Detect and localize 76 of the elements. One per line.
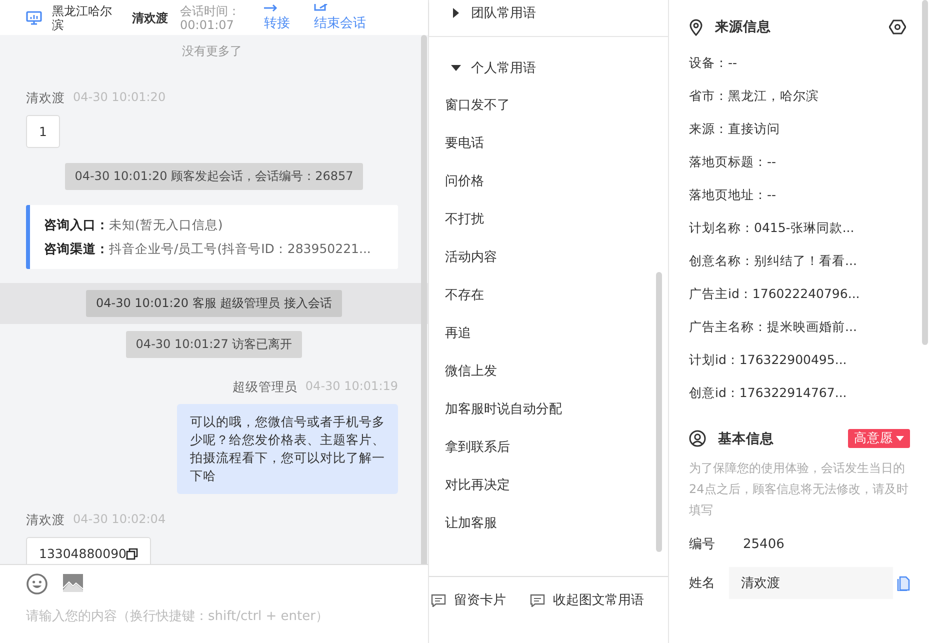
intent-dropdown[interactable]: 高意愿 bbox=[848, 429, 910, 448]
settings-button[interactable] bbox=[889, 19, 906, 35]
message-text: 可以的哦，您微信号或者手机号多少呢？给您发价格表、主题客片、拍摄流程看下，您可以对比了解一下哈 bbox=[190, 413, 385, 485]
user-circle-icon bbox=[689, 430, 706, 447]
name-input[interactable]: 清欢渡 bbox=[729, 567, 893, 599]
image-icon bbox=[62, 573, 84, 593]
hexagon-icon bbox=[889, 19, 906, 35]
message-icon bbox=[431, 594, 446, 606]
phrase-group-header[interactable]: 个人常用语 bbox=[445, 55, 668, 81]
phrase-item[interactable]: 微信上发 bbox=[445, 353, 668, 391]
copy-button[interactable] bbox=[897, 576, 910, 590]
copy-icon bbox=[126, 548, 138, 560]
phrase-item[interactable]: 对比再决定 bbox=[445, 467, 668, 505]
emoji-icon bbox=[26, 573, 48, 595]
source-info-text: 落地页地址：-- bbox=[689, 186, 778, 204]
source-info-text: 计划名称：0415-张琳同款... bbox=[689, 219, 856, 237]
source-info-text: 广告主名称：提米映画婚前... bbox=[689, 318, 858, 336]
phrase-item[interactable]: 加客服时说自动分配 bbox=[445, 391, 668, 429]
info-label: 咨询入口： bbox=[44, 217, 109, 232]
system-message: 04-30 10:01:20 客服 超级管理员 接入会话 bbox=[86, 290, 342, 317]
source-info-text: 广告主id：176022240796... bbox=[689, 285, 861, 303]
source-info-text: 省市：黑龙江，哈尔滨 bbox=[689, 87, 820, 105]
message-text: 13304880090 bbox=[39, 546, 126, 561]
section-title: 基本信息 bbox=[718, 430, 775, 448]
duration-value: 00:01:07 bbox=[180, 18, 235, 32]
phrase-item[interactable]: 再追 bbox=[445, 315, 668, 353]
sender-name: 超级管理员 bbox=[232, 379, 298, 396]
location-pin-icon bbox=[689, 18, 703, 36]
duration-label: 会话时间： bbox=[180, 4, 240, 18]
source-info-text: 创意id：176322914767... bbox=[689, 384, 848, 402]
phrase-item[interactable]: 拿到联系后 bbox=[445, 429, 668, 467]
customer-name: 清欢渡 bbox=[132, 10, 169, 24]
toolbar-button[interactable]: 留资卡片 bbox=[431, 591, 506, 609]
no-more-text: 没有更多了 bbox=[182, 43, 242, 60]
field-label: 姓名 bbox=[689, 575, 716, 592]
info-value: 未知(暂无入口信息) bbox=[109, 217, 223, 232]
scrollbar-thumb[interactable] bbox=[656, 272, 662, 552]
system-message: 04-30 10:01:20 顾客发起会话，会话编号：26857 bbox=[64, 163, 364, 190]
system-message: 04-30 10:01:27 访客已离开 bbox=[126, 331, 302, 358]
message-text: 1 bbox=[39, 124, 47, 139]
sender-name: 清欢渡 bbox=[26, 90, 65, 107]
info-value: 抖音企业号/员工号(抖音号ID：283950221... bbox=[109, 241, 371, 256]
field-value: 25406 bbox=[743, 536, 784, 552]
phrase-group-header[interactable]: 团队常用语 bbox=[429, 0, 668, 37]
phrase-item[interactable]: 不打扰 bbox=[445, 201, 668, 239]
source-info-text: 落地页标题：-- bbox=[689, 153, 778, 171]
phrase-item[interactable]: 要电话 bbox=[445, 125, 668, 163]
location-text: 黑龙江哈尔滨 bbox=[52, 4, 113, 32]
source-info-text: 来源：直接访问 bbox=[689, 120, 781, 138]
message-icon bbox=[530, 594, 545, 606]
info-label: 咨询渠道： bbox=[44, 241, 109, 256]
exit-icon bbox=[314, 4, 328, 12]
phrase-item[interactable]: 不存在 bbox=[445, 277, 668, 315]
scrollbar-thumb[interactable] bbox=[421, 35, 427, 564]
caret-down-icon bbox=[896, 436, 904, 442]
source-info-text: 计划id：176322900495... bbox=[689, 351, 848, 369]
source-info-text: 创意名称：别纠结了！看看... bbox=[689, 252, 858, 270]
toolbar-button[interactable]: 收起图文常用语 bbox=[530, 591, 644, 609]
sender-name: 清欢渡 bbox=[26, 512, 65, 529]
source-info-text: 设备：-- bbox=[689, 54, 738, 72]
phrase-item[interactable]: 让加客服 bbox=[445, 505, 668, 543]
message-time: 04-30 10:02:04 bbox=[73, 512, 166, 528]
section-title: 来源信息 bbox=[715, 18, 772, 36]
copy-icon bbox=[897, 576, 910, 590]
phrase-item[interactable]: 问价格 bbox=[445, 163, 668, 201]
hint-text: 为了保障您的使用体验，会话发生当日的24点之后，顾客信息将无法修改，请及时填写 bbox=[689, 460, 910, 519]
caret-down-icon bbox=[451, 63, 461, 73]
phrase-item[interactable]: 窗口发不了 bbox=[445, 87, 668, 125]
caret-right-icon bbox=[451, 8, 461, 18]
message-time: 04-30 10:01:20 bbox=[73, 90, 166, 106]
monitor-icon bbox=[26, 10, 42, 24]
phrase-item[interactable]: 活动内容 bbox=[445, 239, 668, 277]
field-label: 编号 bbox=[689, 536, 716, 553]
scrollbar-thumb[interactable] bbox=[922, 0, 928, 345]
arrow-right-icon bbox=[264, 4, 278, 12]
message-time: 04-30 10:01:19 bbox=[305, 379, 398, 395]
